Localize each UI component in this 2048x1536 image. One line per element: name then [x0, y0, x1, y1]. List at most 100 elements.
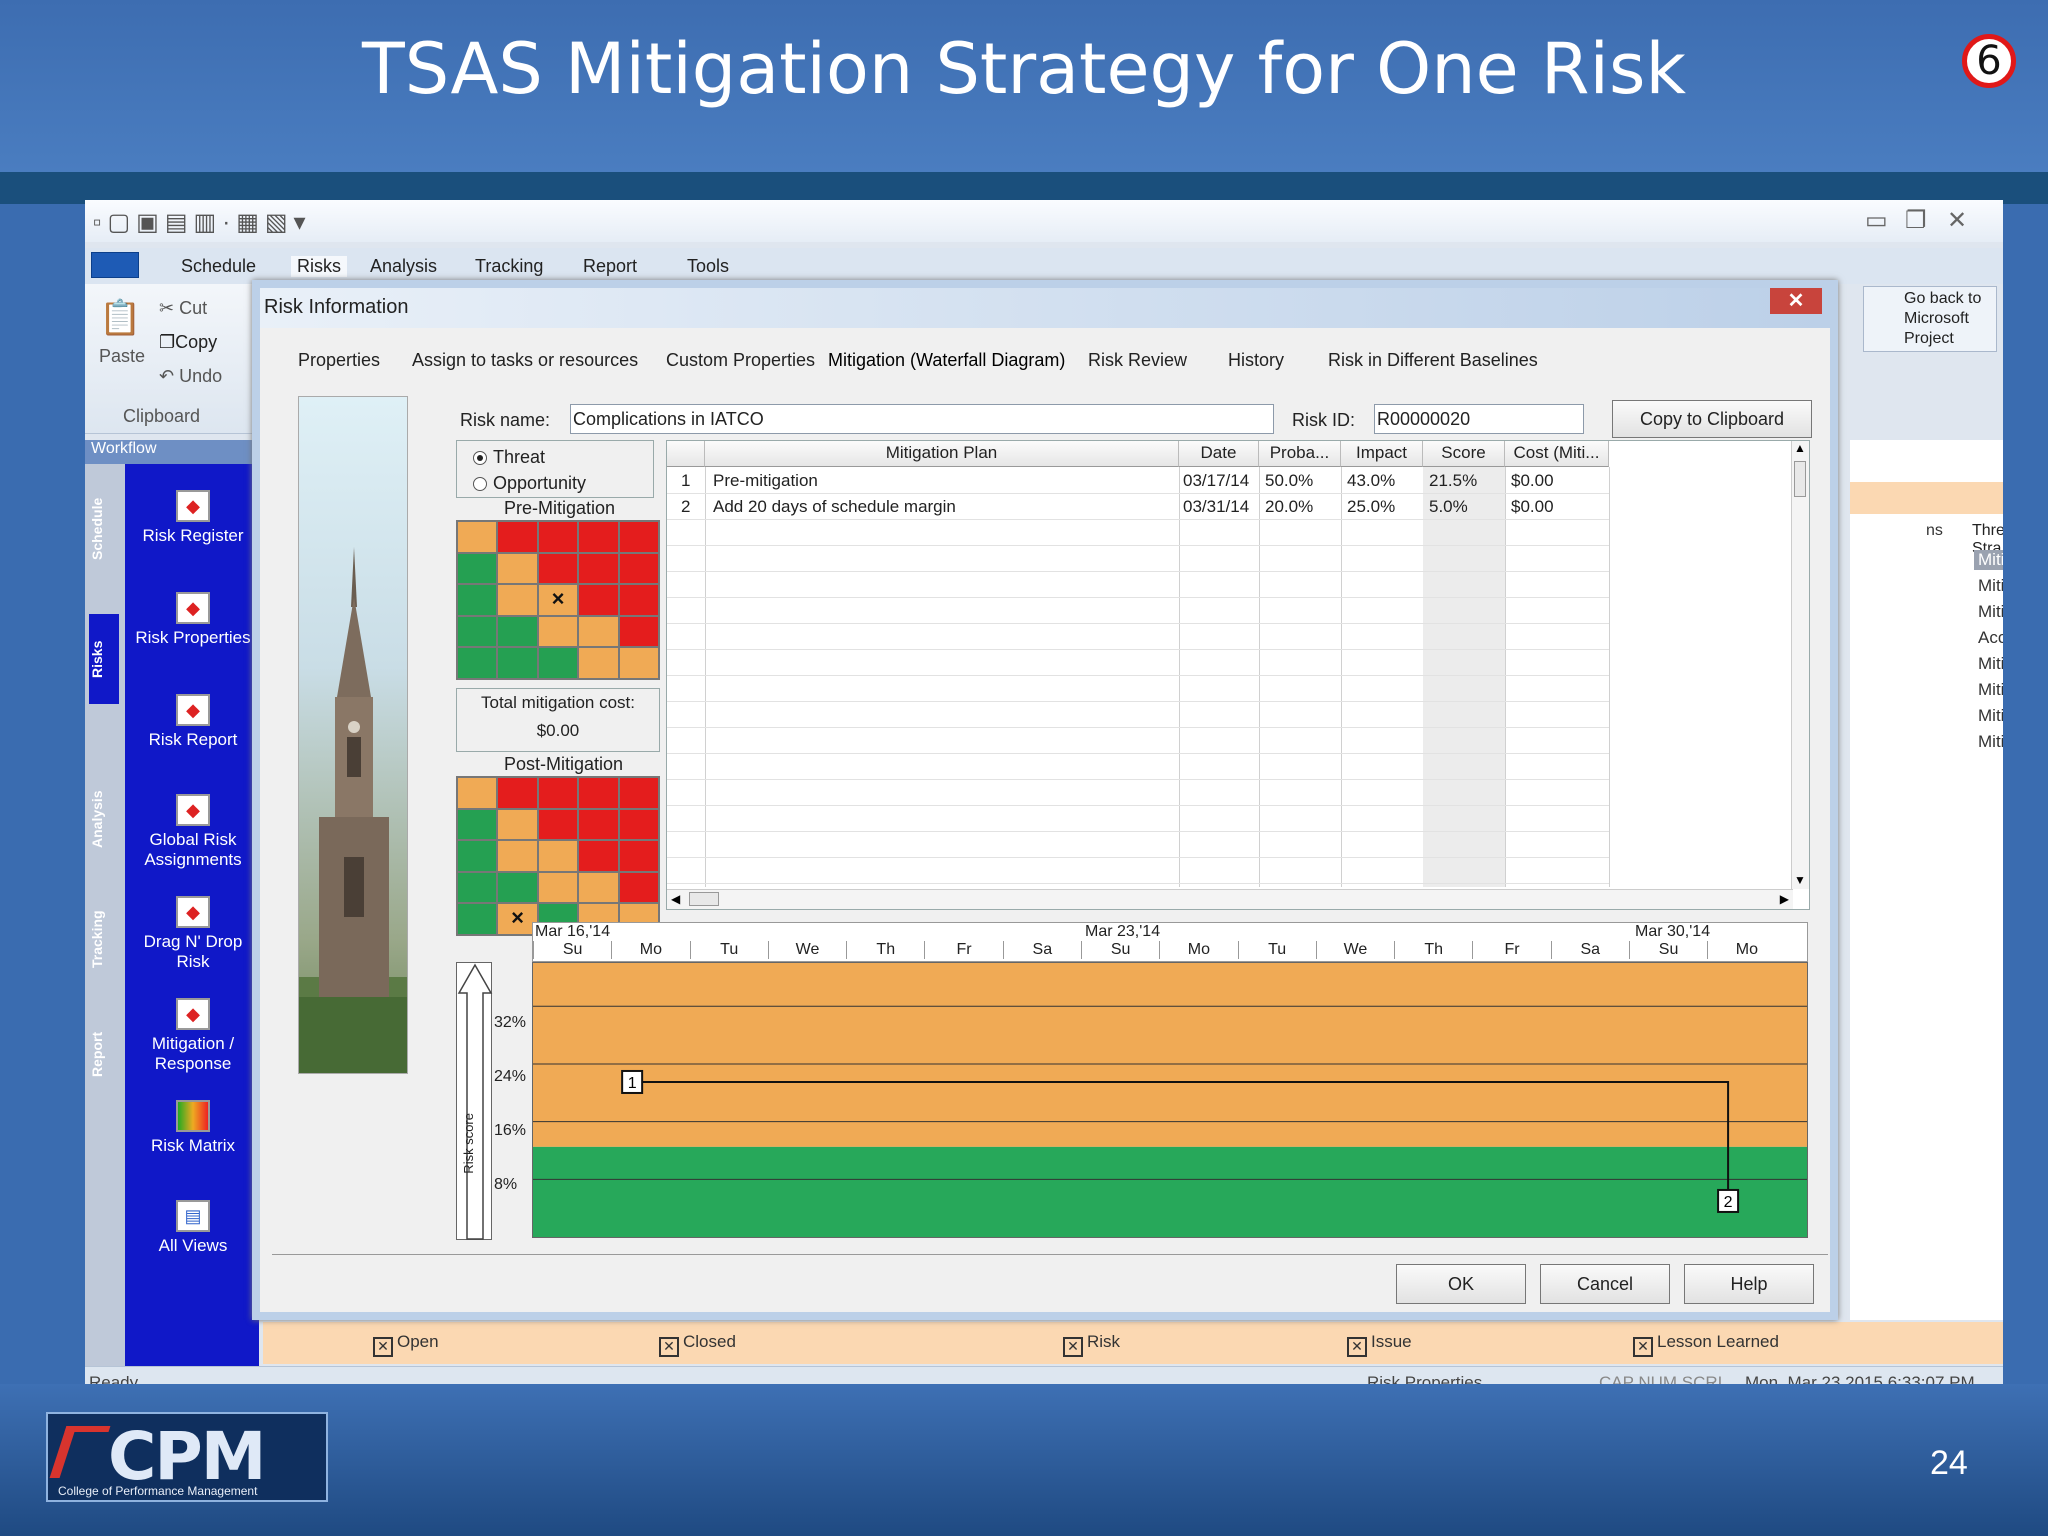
side-tab-schedule[interactable]: Schedule	[89, 474, 119, 584]
col-mitigation-plan[interactable]: Mitigation Plan	[705, 441, 1179, 467]
copy-to-clipboard-button[interactable]: Copy to Clipboard	[1612, 400, 1812, 438]
legend-open[interactable]: ✕ Open	[373, 1332, 439, 1357]
scroll-thumb[interactable]	[1794, 461, 1806, 497]
workflow-mitigation-response[interactable]: ◆ Mitigation / Response	[127, 998, 259, 1074]
workflow-drag-drop-risk[interactable]: ◆ Drag N' Drop Risk	[127, 896, 259, 972]
workflow-global-risk-assignments[interactable]: ◆ Global Risk Assignments	[127, 794, 259, 870]
cut-label: Cut	[179, 298, 208, 318]
medium-risk-band	[533, 963, 1807, 1147]
col-score[interactable]: Score	[1423, 441, 1505, 467]
tab-custom-properties[interactable]: Custom Properties	[666, 350, 815, 371]
workflow-risk-register[interactable]: ◆ Risk Register	[127, 490, 259, 546]
row-index: 1	[681, 471, 691, 490]
row-line	[667, 545, 1609, 546]
grid-cell[interactable]: Mitigate	[1974, 550, 2003, 570]
day-label: We	[767, 941, 846, 959]
cut-button[interactable]: ✂ Cut	[159, 298, 207, 319]
workflow-all-views[interactable]: ▤ All Views	[127, 1200, 259, 1256]
dialog-close-icon[interactable]: ✕	[1770, 288, 1822, 314]
page-number: 24	[1930, 1444, 1968, 1482]
go-back-button[interactable]: Go back to Microsoft Project	[1863, 286, 1997, 352]
grid-cell[interactable]: Mitigate	[1978, 602, 2003, 622]
workflow-risk-report[interactable]: ◆ Risk Report	[127, 694, 259, 750]
paste-button[interactable]: Paste	[99, 346, 145, 367]
undo-button[interactable]: ↶ Undo	[159, 366, 222, 387]
side-tab-analysis[interactable]: Analysis	[89, 764, 119, 874]
help-button[interactable]: Help	[1684, 1264, 1814, 1304]
legend-closed[interactable]: ✕ Closed	[659, 1332, 736, 1357]
row-impact: 43.0%	[1347, 471, 1396, 490]
tab-history[interactable]: History	[1228, 350, 1284, 371]
tab-assign[interactable]: Assign to tasks or resources	[412, 350, 638, 371]
scroll-down-icon[interactable]: ▼	[1794, 873, 1806, 887]
scroll-thumb[interactable]	[689, 892, 719, 906]
scroll-up-icon[interactable]: ▲	[1794, 441, 1806, 455]
risk-id-field[interactable]: R00000020	[1374, 404, 1584, 434]
side-tab-risks[interactable]: Risks	[89, 614, 119, 704]
opportunity-radio[interactable]: Opportunity	[473, 473, 586, 494]
grid-cell[interactable]: Mitigate	[1978, 680, 2003, 700]
matrix-cell	[579, 872, 618, 903]
app-menu-button[interactable]	[91, 252, 139, 278]
table-row[interactable]: 1 Pre-mitigation 03/17/14 50.0% 43.0% 21…	[667, 467, 1609, 493]
table-horizontal-scrollbar[interactable]: ◀ ▶	[667, 889, 1793, 909]
row-line	[667, 571, 1609, 572]
timeline-header: Mar 16,'14 Mar 23,'14 Mar 30,'14 Su Mo Tu W…	[532, 922, 1808, 962]
checkbox-icon: ✕	[659, 1337, 679, 1357]
scroll-left-icon[interactable]: ◀	[671, 892, 680, 906]
grid-cell[interactable]: Mitigate	[1978, 576, 2003, 596]
col-probability[interactable]: Proba...	[1259, 441, 1341, 467]
tab-report[interactable]: Report	[583, 256, 637, 277]
row-date: 03/31/14	[1183, 497, 1250, 516]
tab-baselines[interactable]: Risk in Different Baselines	[1328, 350, 1538, 371]
col-date[interactable]: Date	[1179, 441, 1259, 467]
risk-name-field[interactable]: Complications in IATCO	[570, 404, 1274, 434]
total-cost-value: $0.00	[536, 721, 580, 740]
all-views-icon: ▤	[176, 1200, 210, 1232]
matrix-cell	[498, 778, 537, 808]
row-cost: $0.00	[1511, 497, 1554, 516]
tab-tracking[interactable]: Tracking	[475, 256, 543, 277]
tab-schedule[interactable]: Schedule	[181, 256, 256, 277]
table-vertical-scrollbar[interactable]: ▲ ▼	[1791, 441, 1809, 889]
side-tab-tracking[interactable]: Tracking	[89, 884, 119, 994]
cancel-button[interactable]: Cancel	[1540, 1264, 1670, 1304]
table-row[interactable]: 2 Add 20 days of schedule margin 03/31/1…	[667, 493, 1609, 519]
grid-cell[interactable]: Mitigate	[1978, 654, 2003, 674]
legend-lesson-learned[interactable]: ✕ Lesson Learned	[1633, 1332, 1779, 1357]
close-icon[interactable]: ✕	[1947, 206, 1967, 235]
mitigation-plan-table: Mitigation Plan Date Proba... Impact Sco…	[666, 440, 1810, 910]
tab-analysis[interactable]: Analysis	[370, 256, 437, 277]
tab-mitigation[interactable]: Mitigation (Waterfall Diagram)	[828, 350, 1065, 371]
col-impact[interactable]: Impact	[1341, 441, 1423, 467]
legend-risk[interactable]: ✕ Risk	[1063, 1332, 1120, 1357]
tab-tools[interactable]: Tools	[687, 256, 729, 277]
side-tab-report[interactable]: Report	[89, 1004, 119, 1104]
restore-icon[interactable]: ❐	[1905, 206, 1927, 235]
grid-cell[interactable]: Mitigate	[1978, 706, 2003, 726]
grid-cell[interactable]: Mitigate	[1978, 732, 2003, 752]
copy-button[interactable]: ❐Copy	[159, 332, 217, 353]
matrix-cell	[619, 809, 658, 840]
workflow-risk-properties[interactable]: ◆ Risk Properties	[127, 592, 259, 648]
church-tower-image	[299, 547, 407, 1073]
tab-risks[interactable]: Risks	[291, 256, 347, 277]
legend-label: Open	[397, 1332, 439, 1351]
tab-properties[interactable]: Properties	[298, 350, 380, 371]
ok-button[interactable]: OK	[1396, 1264, 1526, 1304]
tab-risk-review[interactable]: Risk Review	[1088, 350, 1187, 371]
risk-register-icon: ◆	[176, 490, 210, 522]
matrix-cell	[458, 778, 497, 808]
threat-radio[interactable]: Threat	[473, 447, 545, 468]
minimize-icon[interactable]: ▭	[1865, 206, 1888, 235]
quick-access-toolbar[interactable]: ▫▢▣▤▥·▦▧▾	[93, 208, 312, 237]
legend-label: Issue	[1371, 1332, 1412, 1351]
row-plan: Pre-mitigation	[713, 471, 818, 490]
scroll-right-icon[interactable]: ▶	[1780, 892, 1789, 906]
day-label: Tu	[1237, 941, 1316, 959]
matrix-cell	[538, 872, 578, 903]
legend-issue[interactable]: ✕ Issue	[1347, 1332, 1412, 1357]
grid-cell[interactable]: Accept	[1978, 628, 2003, 648]
workflow-risk-matrix[interactable]: ▦ Risk Matrix	[127, 1100, 259, 1156]
col-cost[interactable]: Cost (Miti...	[1505, 441, 1609, 467]
